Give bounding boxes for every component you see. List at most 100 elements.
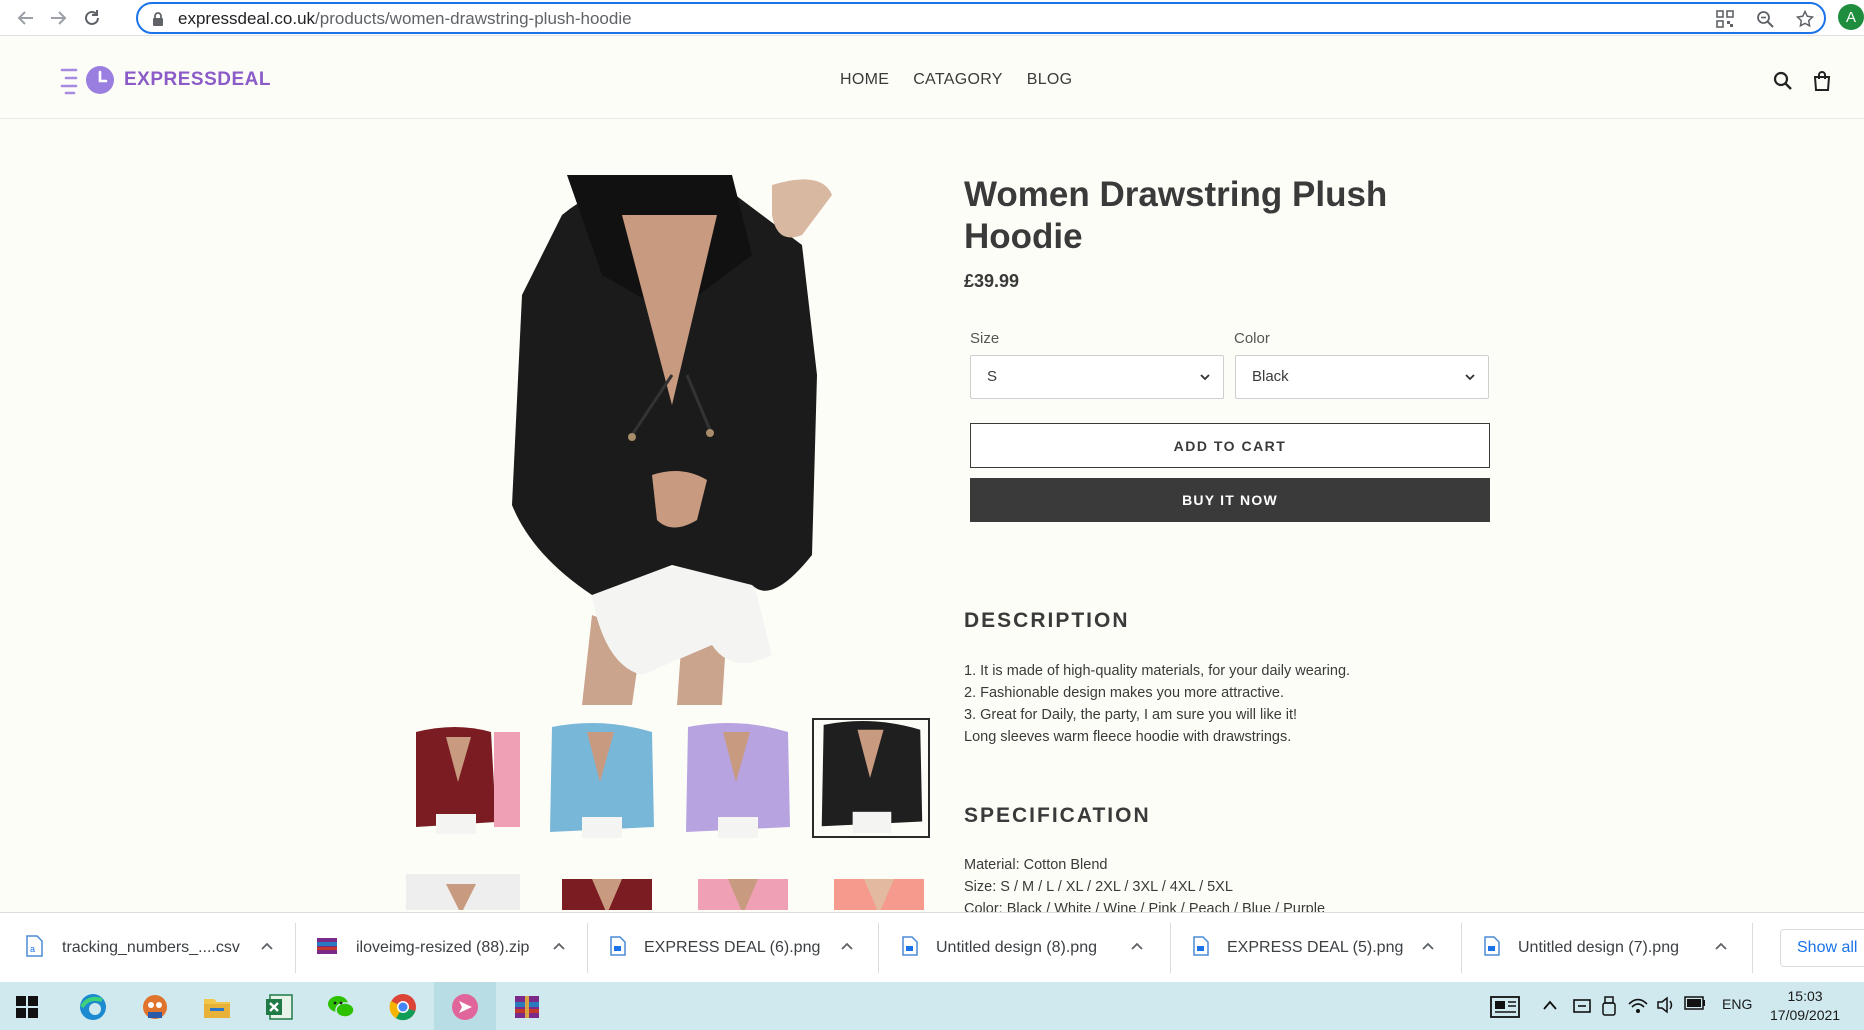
downloads-shelf: a tracking_numbers_....csv iloveimg-resi… — [0, 912, 1864, 982]
device-icon[interactable] — [1572, 996, 1592, 1019]
thumb-pink-image — [678, 874, 792, 910]
chrome-icon[interactable] — [388, 992, 418, 1022]
csv-file-icon: a — [24, 934, 44, 962]
thumb-black-image — [814, 720, 928, 836]
site-header: EXPRESSDEAL HOME CATAGORY BLOG — [0, 37, 1864, 119]
file-explorer-icon[interactable] — [202, 992, 232, 1022]
product-main-image[interactable] — [472, 175, 884, 705]
main-nav: HOME CATAGORY BLOG — [840, 71, 1072, 89]
address-bar[interactable]: expressdeal.co.uk/products/women-drawstr… — [136, 2, 1826, 34]
qr-code-icon[interactable] — [1714, 9, 1736, 29]
divider — [1170, 923, 1171, 973]
color-select[interactable]: Black — [1235, 355, 1489, 399]
thumb-blue-image — [542, 722, 656, 838]
wechat-icon[interactable] — [326, 992, 356, 1022]
color-value: Black — [1252, 368, 1289, 385]
download-item[interactable]: Untitled design (8).png — [902, 913, 1162, 983]
forward-icon[interactable] — [46, 6, 70, 30]
spec-line: Size: S / M / L / XL / 2XL / 3XL / 4XL /… — [964, 879, 1233, 895]
lock-icon[interactable] — [152, 12, 164, 31]
divider — [1461, 923, 1462, 973]
chevron-up-icon[interactable] — [1714, 939, 1728, 958]
show-all-button[interactable]: Show all — [1780, 929, 1864, 967]
reload-icon[interactable] — [80, 6, 104, 30]
edge-icon[interactable] — [78, 992, 108, 1022]
chevron-down-icon — [1464, 370, 1476, 388]
buy-it-now-button[interactable]: BUY IT NOW — [970, 478, 1490, 522]
zoom-icon[interactable] — [1754, 9, 1776, 29]
color-label: Color — [1234, 330, 1270, 347]
description-line: 1. It is made of high-quality materials,… — [964, 663, 1351, 679]
zip-file-icon — [316, 936, 338, 961]
cart-icon[interactable] — [1812, 71, 1832, 96]
svg-text:a: a — [30, 944, 35, 954]
chevron-down-icon — [1199, 370, 1211, 388]
bookmark-star-icon[interactable] — [1794, 9, 1816, 29]
description-line: Long sleeves warm fleece hoodie with dra… — [964, 729, 1292, 745]
download-filename: Untitled design (7).png — [1518, 939, 1679, 956]
profile-avatar[interactable]: A — [1838, 4, 1864, 30]
nav-home[interactable]: HOME — [840, 71, 889, 89]
system-clock[interactable]: 15:03 17/09/2021 — [1770, 987, 1840, 1025]
url-text[interactable]: expressdeal.co.uk/products/women-drawstr… — [178, 9, 632, 29]
chevron-up-icon[interactable] — [260, 939, 274, 958]
language-indicator[interactable]: ENG — [1722, 996, 1752, 1012]
thumbnail-wine-2[interactable] — [540, 872, 658, 912]
thumbnail-black-selected[interactable] — [812, 718, 930, 838]
app-icon[interactable] — [140, 992, 170, 1022]
size-label: Size — [970, 330, 1000, 347]
description-heading: DESCRIPTION — [964, 609, 1130, 632]
download-item[interactable]: Untitled design (7).png — [1484, 913, 1744, 983]
thumbnail-wine[interactable] — [404, 720, 522, 840]
nav-catagory[interactable]: CATAGORY — [913, 71, 1003, 89]
add-to-cart-button[interactable]: ADD TO CART — [970, 423, 1490, 468]
excel-icon[interactable] — [264, 992, 294, 1022]
product-price: £39.99 — [964, 271, 1020, 291]
chevron-up-icon[interactable] — [840, 939, 854, 958]
image-file-icon — [1193, 935, 1209, 961]
description-text: 1. It is made of high-quality materials,… — [964, 660, 1350, 748]
logo-text: EXPRESSDEAL — [124, 69, 271, 90]
usb-icon[interactable] — [1602, 996, 1616, 1019]
volume-icon[interactable] — [1656, 996, 1676, 1017]
download-item[interactable]: iloveimg-resized (88).zip — [316, 913, 576, 983]
send-app-icon[interactable] — [450, 992, 480, 1022]
download-filename: tracking_numbers_....csv — [62, 939, 240, 956]
description-line: 2. Fashionable design makes you more att… — [964, 685, 1284, 701]
thumb-peach-image — [814, 874, 928, 910]
battery-icon[interactable] — [1684, 996, 1706, 1013]
chevron-up-icon[interactable] — [552, 939, 566, 958]
archive-app-icon[interactable] — [512, 992, 542, 1022]
chevron-up-icon[interactable] — [1421, 939, 1435, 958]
site-logo[interactable]: EXPRESSDEAL — [60, 64, 271, 96]
wifi-icon[interactable] — [1628, 996, 1648, 1017]
thumbnail-pink[interactable] — [676, 872, 794, 912]
logo-clock-icon — [60, 66, 114, 95]
download-item[interactable]: a tracking_numbers_....csv — [24, 913, 284, 983]
back-icon[interactable] — [14, 6, 38, 30]
product-title: Women Drawstring Plush Hoodie — [964, 175, 1388, 256]
nav-blog[interactable]: BLOG — [1027, 71, 1073, 89]
image-file-icon — [902, 935, 918, 961]
thumbnail-purple[interactable] — [676, 720, 794, 840]
search-icon[interactable] — [1773, 71, 1793, 96]
chevron-up-icon[interactable] — [1542, 998, 1558, 1014]
download-filename: Untitled design (8).png — [936, 939, 1097, 956]
thumbnail-peach[interactable] — [812, 872, 930, 912]
clock-time: 15:03 — [1787, 988, 1823, 1004]
clock-date: 17/09/2021 — [1770, 1007, 1841, 1023]
size-select[interactable]: S — [970, 355, 1224, 399]
chevron-up-icon[interactable] — [1130, 939, 1144, 958]
windows-start-icon[interactable] — [16, 996, 46, 1026]
thumb-wine-image — [406, 722, 520, 838]
thumb-wine-2-image — [542, 874, 656, 910]
download-item[interactable]: EXPRESS DEAL (5).png — [1193, 913, 1453, 983]
image-file-icon — [610, 935, 626, 961]
windows-taskbar: ENG 15:03 17/09/2021 — [0, 982, 1864, 1030]
thumb-purple-image — [678, 722, 792, 838]
news-widget-icon[interactable] — [1490, 996, 1520, 1026]
download-item[interactable]: EXPRESS DEAL (6).png — [610, 913, 870, 983]
thumbnail-blue[interactable] — [540, 720, 658, 840]
thumbnail-white[interactable] — [404, 872, 522, 912]
thumb-white-image — [406, 874, 520, 910]
